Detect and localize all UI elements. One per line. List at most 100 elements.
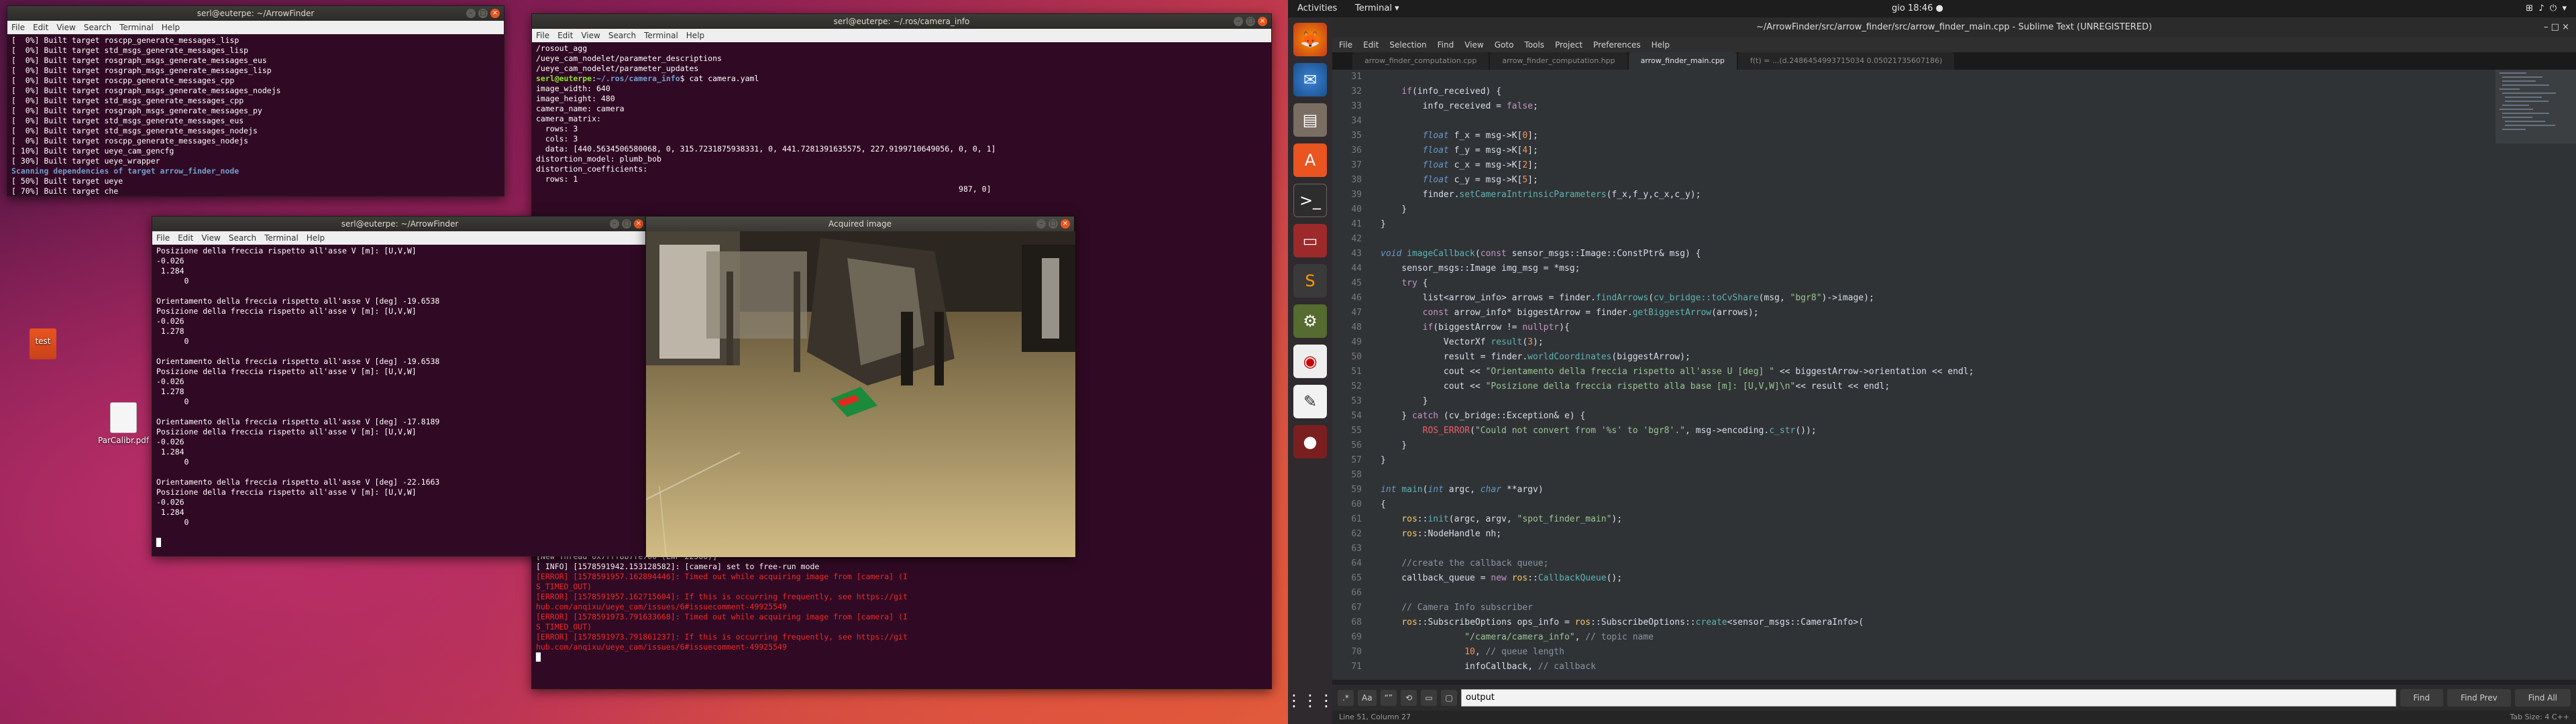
menu-search[interactable]: Search	[229, 231, 256, 245]
terminal-window-arrow-output[interactable]: serl@euterpe: ~/ArrowFinder – □ × File Edi…	[152, 216, 648, 556]
thunderbird-icon[interactable]: ✉	[1293, 63, 1327, 97]
menu-file[interactable]: File	[536, 29, 549, 42]
maximize-icon[interactable]: □	[1246, 17, 1255, 26]
find-input[interactable]	[1461, 688, 2396, 707]
maximize-icon[interactable]: □	[478, 9, 488, 18]
terminal-log[interactable]: [New Thread 0x7fff8b7fe700 (LWP 22566)] …	[532, 550, 1271, 664]
system-tray[interactable]: ⊞ ♪ ⏻ ▾	[2526, 0, 2567, 17]
firefox-icon[interactable]: 🦊	[1293, 23, 1327, 56]
maximize-icon[interactable]: □	[622, 219, 631, 229]
menu-help[interactable]: Help	[686, 29, 704, 42]
menu-help[interactable]: Help	[162, 21, 180, 34]
case-toggle[interactable]: Aa	[1358, 689, 1377, 706]
syntax-and-tab-size[interactable]: Tab Size: 4 C++	[2510, 711, 2569, 724]
minimize-icon[interactable]: –	[1036, 219, 1046, 229]
image-viewer-icon[interactable]: ⚙	[1293, 304, 1327, 338]
maximize-icon[interactable]: □	[1049, 219, 1058, 229]
in-selection-toggle[interactable]: ▭	[1421, 689, 1437, 706]
window-title: ~/ArrowFinder/src/arrow_finder/src/arrow…	[1756, 22, 2152, 32]
text-editor-icon[interactable]: ✎	[1293, 385, 1327, 418]
ubuntu-dock: 🦊 ✉ ▤ A >_ ▭ S ⚙ ◉ ✎ ● ⋮⋮⋮	[1288, 17, 1334, 724]
titlebar[interactable]: serl@euterpe: ~/.ros/camera_info – □ ×	[532, 14, 1271, 29]
menu-edit[interactable]: Edit	[1363, 38, 1379, 52]
menu-edit[interactable]: Edit	[178, 231, 193, 245]
menu-help[interactable]: Help	[307, 231, 325, 245]
minimize-icon[interactable]: –	[610, 219, 619, 229]
tab-untitled[interactable]: f(t) = ...(d.2486454993715034 0.05021735…	[1737, 52, 1955, 70]
find-prev-button[interactable]: Find Prev	[2447, 688, 2511, 707]
menu-view[interactable]: View	[1464, 38, 1483, 52]
minimize-icon[interactable]: –	[1234, 17, 1243, 26]
terminal-menubar: File Edit View Search Terminal Help	[7, 21, 504, 34]
desktop-file-parcalibr[interactable]: ParCalibr.pdf	[97, 402, 150, 445]
titlebar[interactable]: serl@euterpe: ~/ArrowFinder – □ ×	[7, 6, 504, 21]
menu-selection[interactable]: Selection	[1389, 38, 1426, 52]
menu-terminal[interactable]: Terminal	[264, 231, 299, 245]
system-monitor-icon[interactable]: ▭	[1293, 224, 1327, 257]
activities-button[interactable]: Activities	[1297, 0, 1337, 17]
minimize-icon[interactable]: –	[466, 9, 476, 18]
menu-search[interactable]: Search	[84, 21, 111, 34]
tab-label: arrow_finder_computation.hpp	[1502, 56, 1615, 65]
menu-file[interactable]: File	[11, 21, 25, 34]
minimize-icon[interactable]: –	[2544, 22, 2548, 32]
menu-terminal[interactable]: Terminal	[119, 21, 154, 34]
sublime-text-icon[interactable]: S	[1293, 264, 1327, 298]
menu-edit[interactable]: Edit	[33, 21, 48, 34]
software-icon[interactable]: A	[1293, 143, 1327, 177]
regex-toggle[interactable]: .*	[1338, 689, 1354, 706]
app-menu[interactable]: Terminal ▾	[1355, 0, 1399, 17]
sublime-text-window[interactable]: ~/ArrowFinder/src/arrow_finder/src/arrow…	[1332, 17, 2576, 724]
line-numbers: 31 32 33 34 35 36 37 38 39 40 41 42 43 44 45 46 47 48 49 50…	[1332, 70, 1367, 680]
terminal-icon[interactable]: >_	[1293, 184, 1327, 217]
menu-edit[interactable]: Edit	[557, 29, 573, 42]
show-applications-icon[interactable]: ⋮⋮⋮	[1288, 684, 1334, 717]
maximize-icon[interactable]: □	[2551, 22, 2559, 32]
image-viewer-window[interactable]: Acquired image – □ ×	[645, 216, 1075, 557]
files-icon[interactable]: ▤	[1293, 103, 1327, 137]
find-button[interactable]: Find	[2400, 688, 2444, 707]
tab-main-cpp[interactable]: arrow_finder_main.cpp	[1628, 52, 1737, 70]
window-title: serl@euterpe: ~/ArrowFinder	[197, 9, 315, 18]
close-icon[interactable]: ×	[634, 219, 643, 229]
terminal-output[interactable]: [ 0%] Built target roscpp_generate_messa…	[7, 34, 504, 196]
minimap[interactable]	[2496, 70, 2576, 680]
terminal-output[interactable]: Posizione della freccia rispetto all'ass…	[152, 245, 647, 549]
close-icon[interactable]: ×	[1258, 17, 1267, 26]
menu-help[interactable]: Help	[1652, 38, 1670, 52]
whole-word-toggle[interactable]: “”	[1380, 689, 1397, 706]
highlight-toggle[interactable]: ▢	[1441, 689, 1457, 706]
menu-view[interactable]: View	[201, 231, 220, 245]
terminal-menubar: File Edit View Search Terminal Help	[532, 29, 1271, 42]
menu-find[interactable]: Find	[1438, 38, 1454, 52]
pdf-viewer-icon[interactable]: ◉	[1293, 345, 1327, 378]
pdf-file-icon	[110, 402, 137, 433]
recorder-icon[interactable]: ●	[1293, 425, 1327, 459]
clock[interactable]: gio 18:46 ●	[1892, 0, 1943, 17]
menu-view[interactable]: View	[581, 29, 600, 42]
titlebar[interactable]: Acquired image – □ ×	[646, 217, 1074, 231]
cursor-position[interactable]: Line 51, Column 27	[1339, 711, 1411, 724]
menu-preferences[interactable]: Preferences	[1593, 38, 1641, 52]
sublime-titlebar[interactable]: ~/ArrowFinder/src/arrow_finder/src/arrow…	[1332, 17, 2576, 38]
titlebar[interactable]: serl@euterpe: ~/ArrowFinder – □ ×	[152, 217, 647, 231]
find-all-button[interactable]: Find All	[2514, 688, 2571, 707]
menu-search[interactable]: Search	[608, 29, 636, 42]
close-icon[interactable]: ×	[490, 9, 500, 18]
menu-project[interactable]: Project	[1555, 38, 1582, 52]
menu-terminal[interactable]: Terminal	[644, 29, 678, 42]
terminal-window-build[interactable]: serl@euterpe: ~/ArrowFinder – □ × File Edi…	[7, 5, 504, 196]
window-title: Acquired image	[828, 219, 892, 229]
menu-file[interactable]: File	[156, 231, 170, 245]
close-icon[interactable]: ×	[1061, 219, 1070, 229]
menu-tools[interactable]: Tools	[1524, 38, 1544, 52]
editor-area[interactable]: 31 32 33 34 35 36 37 38 39 40 41 42 43 44 45 46 47 48 49 50…	[1332, 70, 2576, 680]
menu-view[interactable]: View	[56, 21, 75, 34]
code-text[interactable]: if(info_received) { info_received = fals…	[1367, 70, 2496, 680]
tab-computation-cpp[interactable]: arrow_finder_computation.cpp	[1352, 52, 1489, 70]
close-icon[interactable]: ×	[2562, 22, 2569, 32]
wrap-toggle[interactable]: ⟲	[1401, 689, 1417, 706]
menu-goto[interactable]: Goto	[1495, 38, 1514, 52]
tab-computation-hpp[interactable]: arrow_finder_computation.hpp	[1490, 52, 1627, 70]
menu-file[interactable]: File	[1339, 38, 1352, 52]
